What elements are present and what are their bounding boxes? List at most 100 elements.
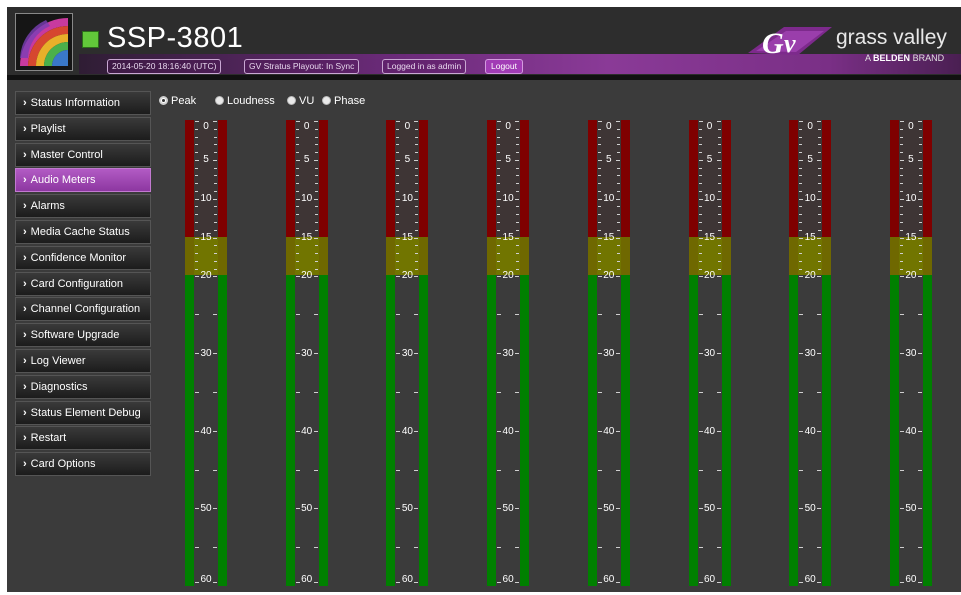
- meter-scale-label: 15: [804, 231, 816, 243]
- meter-scale-tick: [516, 260, 520, 262]
- meter-scale-tick: [799, 175, 803, 177]
- meter-scale-label: 50: [804, 503, 816, 515]
- radio-vu[interactable]: VU: [287, 94, 314, 108]
- meter-scale-tick: [415, 229, 419, 231]
- meter-scale-tick: [717, 183, 721, 185]
- meter-scale-tick: [899, 253, 903, 255]
- meter-left-channel-bar: [285, 120, 295, 586]
- meter-scale-tick: [616, 214, 620, 216]
- brand-tagline-prefix: A: [865, 53, 871, 63]
- radio-label: VU: [299, 95, 315, 107]
- sidebar-item-label: Playlist: [30, 122, 66, 135]
- meter-scale-tick: [214, 214, 217, 216]
- meter-scale-label: 30: [603, 348, 615, 359]
- meter-scale-tick: [415, 152, 419, 154]
- audio-meter: 0 5 10 15 20 30 40 50 60: [587, 120, 630, 586]
- sidebar-item-channel-configuration[interactable]: › Channel Configuration: [15, 297, 151, 322]
- sidebar-item-restart[interactable]: › Restart: [15, 426, 151, 451]
- meter-scale-tick: [597, 314, 602, 316]
- meter-scale-tick: [195, 547, 199, 549]
- meter-scale-tick: [717, 175, 721, 177]
- sidebar-item-confidence-monitor[interactable]: › Confidence Monitor: [15, 245, 151, 270]
- meter-left-channel-bar: [789, 120, 799, 586]
- meter-scale-tick: [799, 229, 803, 231]
- sidebar-item-label: Diagnostics: [30, 380, 88, 393]
- meter-scale-tick: [415, 175, 419, 177]
- meter-scale-tick: [597, 144, 601, 146]
- meter-scale-tick: [295, 152, 299, 154]
- meter-scale-tick: [918, 268, 922, 270]
- meter-scale-label: 5: [606, 153, 612, 165]
- meter-scale-tick: [497, 144, 501, 146]
- meter-scale-label: 15: [502, 231, 514, 243]
- radio-dot-icon[interactable]: [215, 96, 224, 105]
- meter-scale-tick: [899, 152, 903, 154]
- meter-scale-tick: [314, 268, 318, 270]
- meter-scale-label: 0: [303, 121, 310, 132]
- meter-scale-label: 0: [908, 121, 914, 132]
- meter-scale-tick: [314, 245, 318, 247]
- meter-scale-label: 0: [606, 121, 612, 132]
- meter-scale-tick: [195, 260, 198, 262]
- radio-loudness[interactable]: Loudness: [215, 94, 275, 108]
- meter-scale-tick: [716, 391, 721, 393]
- status-led-icon: [82, 31, 99, 48]
- meter-scale-tick: [818, 245, 822, 247]
- bar-green-segment: [587, 275, 597, 586]
- meter-scale-tick: [313, 314, 318, 316]
- meter-scale-tick: [195, 469, 199, 471]
- radio-phase[interactable]: Phase: [322, 94, 365, 108]
- bar-green-segment: [721, 275, 731, 586]
- meter-scale-label: 50: [502, 503, 514, 515]
- meter-scale-tick: [295, 253, 299, 255]
- meter-scale-tick: [817, 469, 822, 471]
- meter-scale-tick: [918, 229, 922, 231]
- meter-scale-tick: [313, 391, 318, 393]
- sidebar-item-master-control[interactable]: › Master Control: [15, 142, 151, 167]
- meter-scale-tick: [195, 253, 198, 255]
- bar-yellow-segment: [620, 236, 630, 276]
- sidebar-item-audio-meters[interactable]: › Audio Meters: [15, 168, 151, 193]
- audio-meter: 0 5 10 15 20 30 40 50 60: [185, 120, 227, 586]
- meter-scale-tick: [396, 167, 400, 169]
- meter-scale-label: 20: [804, 270, 816, 282]
- sidebar-item-status-information[interactable]: › Status Information: [15, 91, 151, 115]
- radio-dot-icon[interactable]: [287, 96, 296, 105]
- meter-scale-tick: [195, 314, 199, 316]
- meter-scale-label: 15: [200, 231, 212, 243]
- meter-scale-label: 15: [603, 231, 615, 243]
- meter-scale-tick: [899, 268, 903, 270]
- sidebar-item-card-options[interactable]: › Card Options: [15, 452, 151, 477]
- radio-dot-icon[interactable]: [159, 96, 168, 105]
- sidebar-item-log-viewer[interactable]: › Log Viewer: [15, 348, 151, 373]
- meter-scale-tick: [195, 221, 198, 223]
- meter-scale-label: 20: [200, 270, 212, 282]
- meter-scale-tick: [214, 183, 217, 185]
- meter-scale-tick: [616, 144, 620, 146]
- radio-dot-icon[interactable]: [322, 96, 331, 105]
- meter-scale-tick: [698, 260, 702, 262]
- sidebar-item-card-configuration[interactable]: › Card Configuration: [15, 271, 151, 296]
- meter-scale-tick: [396, 175, 400, 177]
- header-divider: [7, 75, 961, 80]
- meter-scale-tick: [899, 214, 903, 216]
- meter-scale-tick: [516, 175, 520, 177]
- radio-label: Phase: [334, 95, 366, 107]
- sidebar-item-diagnostics[interactable]: › Diagnostics: [15, 374, 151, 399]
- sidebar-item-status-element-debug[interactable]: › Status Element Debug: [15, 400, 151, 425]
- sidebar-item-media-cache-status[interactable]: › Media Cache Status: [15, 219, 151, 244]
- device-title: SSP-3801: [107, 22, 244, 54]
- meter-scale-tick: [214, 245, 217, 247]
- sidebar-item-software-upgrade[interactable]: › Software Upgrade: [15, 323, 151, 348]
- meter-scale-tick: [295, 391, 300, 393]
- meter-scale-tick: [295, 547, 300, 549]
- meter-scale-tick: [516, 136, 520, 138]
- meter-scale-tick: [597, 391, 602, 393]
- sidebar-item-playlist[interactable]: › Playlist: [15, 116, 151, 141]
- logout-button[interactable]: Logout: [485, 59, 523, 74]
- meter-scale-tick: [314, 183, 318, 185]
- meter-scale-tick: [195, 183, 198, 185]
- radio-peak[interactable]: Peak: [159, 94, 196, 108]
- sidebar-item-alarms[interactable]: › Alarms: [15, 194, 151, 219]
- login-status-badge: Logged in as admin: [382, 59, 467, 74]
